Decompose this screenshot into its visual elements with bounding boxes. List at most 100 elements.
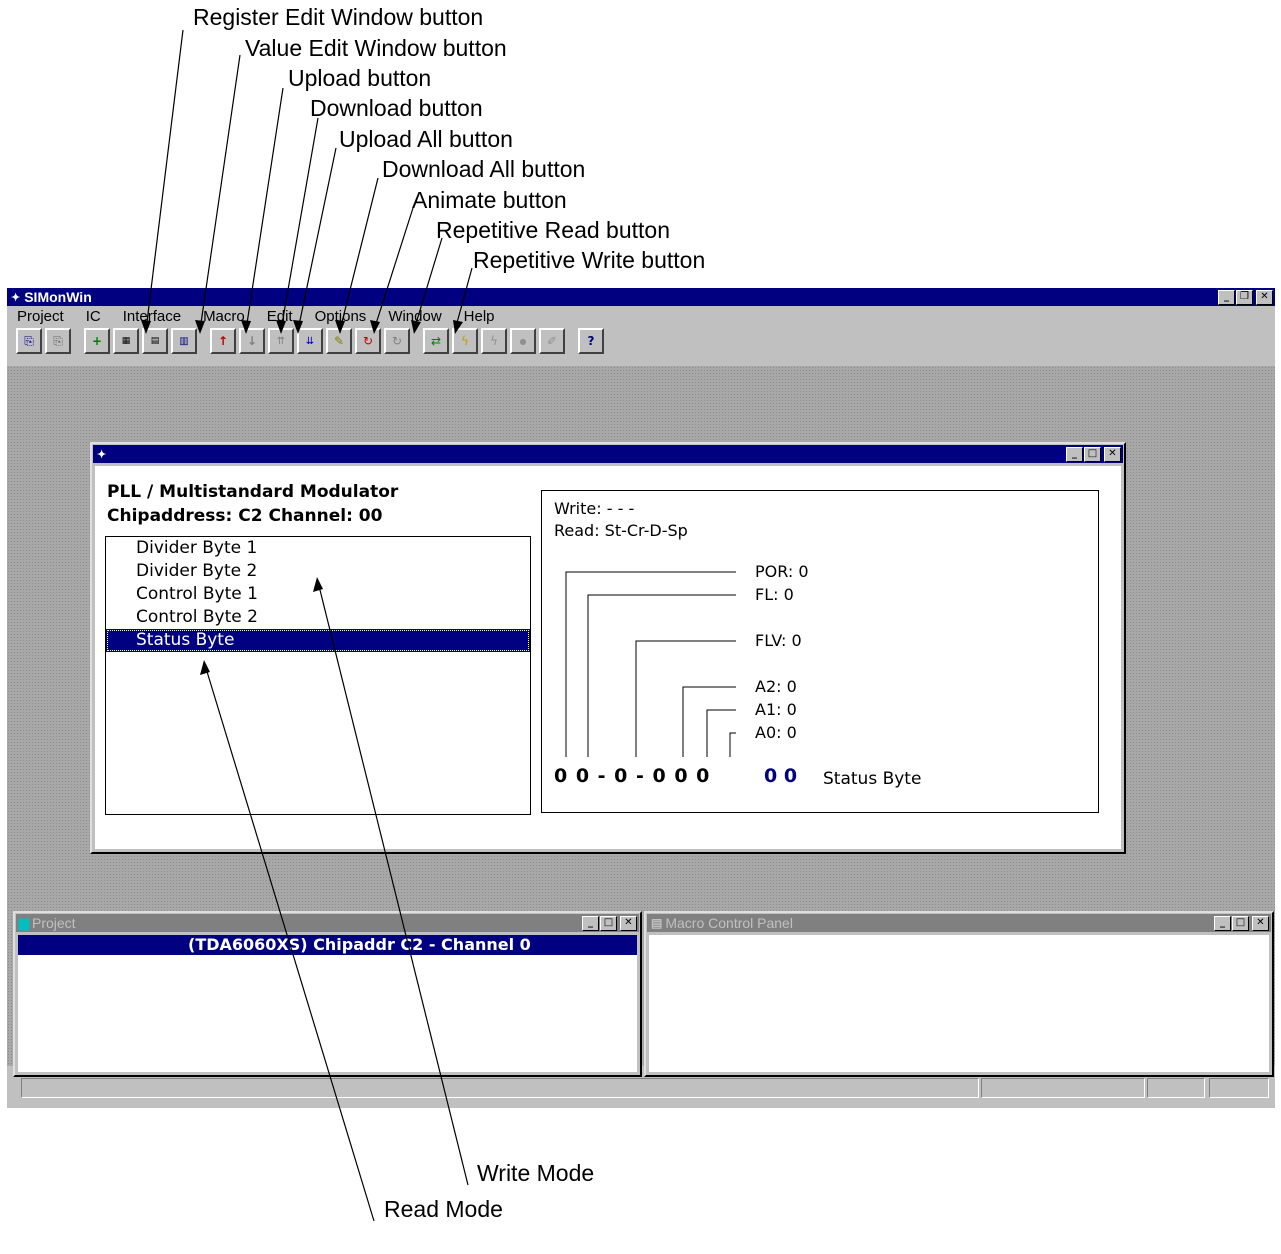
menu-ic[interactable]: IC [86,308,101,325]
list-item[interactable]: Control Byte 1 [106,583,530,606]
bit-a0[interactable]: A0: 0 [755,723,797,742]
macro-body [649,935,1269,1072]
callout-read-mode: Read Mode [384,1196,503,1222]
download-all-button[interactable]: ⇊ [297,328,323,354]
list-item-selected[interactable]: Status Byte [106,629,530,652]
macro-step-button[interactable]: ϟ [481,328,507,354]
menu-macro[interactable]: Macro [203,308,245,325]
pencil-icon: ✐ [546,334,558,348]
minimize-icon[interactable]: _ [582,915,599,931]
callout-value-edit-window: Value Edit Window button [245,35,507,61]
project-row-selected[interactable]: (TDA6060XS) Chipaddr C2 - Channel 0 [18,935,637,955]
callout-repetitive-write: Repetitive Write button [473,247,706,273]
macro-add-icon: ⇄ [430,334,442,348]
project-title: Project [32,915,76,931]
bitfield-panel: Write: - - - Read: St-Cr-D-Sp POR: 0 FL:… [541,490,1099,813]
bit-por[interactable]: POR: 0 [755,562,809,581]
hex-value[interactable]: 0 0 [764,765,797,787]
upload-all-icon: ⇈ [276,335,286,347]
save-project-button[interactable]: ⎘ [45,328,71,354]
minimize-icon[interactable]: _ [1066,446,1083,462]
callout-upload-all: Upload All button [339,126,513,152]
register-edit-window: ✦ _ □ ✕ PLL / Multistandard Modulator Ch… [90,442,1126,854]
menu-interface[interactable]: Interface [123,308,181,325]
menu-edit[interactable]: Edit [267,308,293,325]
callout-write-mode: Write Mode [477,1160,595,1186]
register-window-body: PLL / Multistandard Modulator Chipaddres… [95,466,1121,849]
repetitive-read-button[interactable]: ↻ [355,328,381,354]
bitfield-icon: ▥ [179,335,189,347]
download-all-icon: ⇊ [305,335,315,347]
project-doc-icon: ▆ [19,915,29,930]
help-question-icon: ? [587,334,595,348]
callout-upload: Upload button [288,65,432,91]
minimize-icon[interactable]: _ [1218,289,1235,305]
menu-project[interactable]: Project [17,308,64,325]
lightning-icon: ϟ [461,334,469,348]
macro-add-button[interactable]: ⇄ [423,328,449,354]
stop-icon: ● [519,336,527,346]
register-list[interactable]: Divider Byte 1 Divider Byte 2 Control By… [105,536,531,815]
app-title: SIMonWin [24,289,92,305]
animate-icon: ✎ [333,334,345,348]
repetitive-write-button[interactable]: ↻ [384,328,410,354]
bit-flv[interactable]: FLV: 0 [755,631,802,650]
toolbar: ⎘ ⎘ + ▦ ▤ ▥ ↑ ↓ ⇈ ⇊ ✎ ↻ ↻ ⇄ ϟ ϟ ● ✐ ? [7,326,1275,356]
help-button[interactable]: ? [578,328,604,354]
list-item[interactable]: Divider Byte 1 [106,537,530,560]
add-ic-icon: + [91,334,103,348]
register-edit-window-button[interactable]: ▦ [113,328,139,354]
close-icon[interactable]: ✕ [1252,915,1269,931]
maximize-icon[interactable]: □ [1232,915,1249,931]
callout-download-all: Download All button [382,156,586,182]
bit-fl[interactable]: FL: 0 [755,585,794,604]
macro-run-button[interactable]: ϟ [452,328,478,354]
bit-a2[interactable]: A2: 0 [755,677,797,696]
device-name: PLL / Multistandard Modulator [107,482,399,502]
download-button[interactable]: ↓ [239,328,265,354]
list-item[interactable]: Divider Byte 2 [106,560,530,583]
callout-repetitive-read: Repetitive Read button [436,217,670,243]
upload-button[interactable]: ↑ [210,328,236,354]
main-title-bar[interactable]: ✦ SIMonWin _ ❐ ✕ [7,288,1275,306]
maximize-icon[interactable]: □ [600,915,617,931]
project-body: (TDA6060XS) Chipaddr C2 - Channel 0 [18,935,637,1072]
status-field-4 [1209,1078,1269,1098]
callout-register-edit-window: Register Edit Window button [193,4,484,30]
close-icon[interactable]: ✕ [1104,446,1121,462]
upload-all-button[interactable]: ⇈ [268,328,294,354]
add-ic-button[interactable]: + [84,328,110,354]
register-name: Status Byte [823,769,922,789]
bitfield-window-button[interactable]: ▥ [171,328,197,354]
value-edit-window-button[interactable]: ▤ [142,328,168,354]
download-arrow-icon: ↓ [246,334,258,348]
register-grid-icon: ▦ [121,336,131,346]
maximize-icon[interactable]: □ [1084,446,1101,462]
macro-edit-button[interactable]: ✐ [539,328,565,354]
open-project-button[interactable]: ⎘ [16,328,42,354]
bit-a1[interactable]: A1: 0 [755,700,797,719]
close-icon[interactable]: ✕ [1256,289,1273,305]
chip-address: Chipaddress: C2 Channel: 00 [107,506,383,526]
lightning-disabled-icon: ϟ [490,334,498,348]
menu-bar: Project IC Interface Macro Edit Options … [7,306,1275,326]
menu-window[interactable]: Window [388,308,441,325]
list-item[interactable]: Control Byte 2 [106,606,530,629]
save-project-icon: ⎘ [53,333,63,348]
open-project-icon: ⎘ [24,333,34,348]
project-title-bar[interactable]: ▆ Project _ □ ✕ [16,914,639,932]
stop-button[interactable]: ● [510,328,536,354]
menu-options[interactable]: Options [315,308,367,325]
animate-button[interactable]: ✎ [326,328,352,354]
macro-title: Macro Control Panel [665,915,793,931]
binary-grid-icon: ▤ [150,336,160,346]
macro-title-bar[interactable]: ▤ Macro Control Panel _ □ ✕ [647,914,1271,932]
register-window-title-bar[interactable]: ✦ _ □ ✕ [93,445,1123,463]
restore-icon[interactable]: ❐ [1236,289,1253,305]
macro-window-icon: ▤ [651,916,663,930]
status-field-main [21,1078,979,1098]
menu-help[interactable]: Help [464,308,495,325]
minimize-icon[interactable]: _ [1214,915,1231,931]
callout-download: Download button [310,95,483,121]
close-icon[interactable]: ✕ [620,915,637,931]
